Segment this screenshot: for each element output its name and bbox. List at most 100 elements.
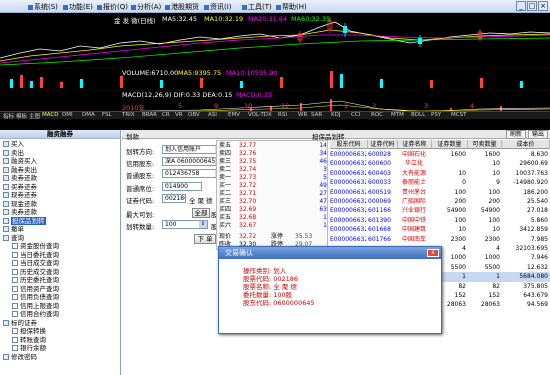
tree-item[interactable]: 融券卖出 bbox=[3, 166, 37, 174]
tree-item[interactable]: 现券还券 bbox=[3, 191, 37, 199]
menu-help[interactable]: 帮助(H) bbox=[276, 2, 307, 12]
table-row[interactable]: E000006632 600600 华立化 10 29600.69 bbox=[330, 159, 550, 168]
indicator-tab[interactable]: VOL-TDX bbox=[248, 112, 272, 118]
qty-input[interactable]: 100 ⇕ bbox=[162, 220, 208, 229]
indicator-tab[interactable]: ASI bbox=[208, 112, 217, 118]
indicator-tab[interactable]: CR bbox=[162, 112, 170, 118]
tree-item[interactable]: 卖券还款 bbox=[3, 208, 37, 216]
tree-item[interactable]: 转账查询 bbox=[12, 336, 46, 344]
tree-item[interactable]: 信用合约查询 bbox=[12, 310, 59, 318]
indicator-tab[interactable]: FSL bbox=[102, 112, 112, 118]
tree-item[interactable]: 卖券还款 bbox=[3, 174, 37, 182]
quote-row[interactable]: 买五 32.68 1 bbox=[217, 214, 329, 221]
normal-seat-input[interactable]: 014900 bbox=[162, 182, 202, 191]
quote-row[interactable]: 卖二 32.74 3 bbox=[217, 166, 329, 173]
menu-info[interactable]: 资讯(I) bbox=[204, 2, 232, 12]
tree-item[interactable]: 标的证券 bbox=[3, 319, 37, 327]
tree-item[interactable]: 信用资产查询 bbox=[12, 285, 59, 293]
column-header[interactable]: 股东代码 bbox=[330, 140, 368, 149]
tree-item[interactable]: 当日成交查询 bbox=[12, 259, 59, 267]
indicator-tab[interactable]: 主图 bbox=[29, 112, 40, 120]
quote-row[interactable]: 卖一 32.73 5 bbox=[217, 174, 329, 181]
quote-row[interactable]: 买四 32.69 63 bbox=[217, 206, 329, 213]
submit-order-button[interactable]: 下 单 bbox=[194, 234, 216, 244]
close-icon[interactable]: x bbox=[427, 249, 439, 257]
indicator-tab[interactable]: BOLL bbox=[411, 112, 425, 118]
quote-row[interactable]: 卖五 32.77 14 bbox=[217, 142, 329, 149]
tree-item[interactable]: 历史成交查询 bbox=[12, 268, 59, 276]
tree-item[interactable]: 历史委托查询 bbox=[12, 276, 59, 284]
quote-row[interactable]: 买二 32.71 27 bbox=[217, 190, 329, 197]
indicator-tab[interactable]: KDJ bbox=[331, 112, 340, 118]
indicator-tab[interactable]: DMA bbox=[82, 112, 95, 118]
indicator-tab[interactable]: OBV bbox=[188, 112, 200, 118]
indicator-tab[interactable]: 指标 bbox=[3, 112, 14, 120]
tree-item[interactable]: 现金还款 bbox=[3, 200, 37, 208]
table-row[interactable]: E000006632 600033 泰丽能士 0 9 -14980.920 bbox=[330, 178, 550, 187]
menu-analysis[interactable]: 分析(A) bbox=[131, 2, 161, 12]
output-button[interactable]: 输出 bbox=[528, 130, 548, 139]
quote-row[interactable]: 买三 32.70 47 bbox=[217, 198, 329, 205]
quote-row[interactable]: 卖四 32.76 34 bbox=[217, 150, 329, 157]
stock-code-input[interactable]: 002186 bbox=[162, 194, 186, 203]
indicator-tab[interactable]: RSI bbox=[278, 112, 287, 118]
tree-item[interactable]: 担保品划转 bbox=[3, 216, 46, 225]
indicator-tab[interactable]: MCST bbox=[451, 112, 466, 118]
direction-select[interactable]: 划入信用账户▼ bbox=[162, 145, 224, 154]
normal-account-select[interactable]: 012436758▼ bbox=[162, 169, 224, 178]
indicator-tab[interactable]: TRIX bbox=[122, 112, 135, 118]
quote-row[interactable]: 卖三 32.75 46 bbox=[217, 158, 329, 165]
quote-row[interactable]: 买六 32.67 1 bbox=[217, 222, 329, 229]
indicator-tab[interactable]: PSY bbox=[431, 112, 441, 118]
refresh-button[interactable]: 刷新 bbox=[506, 130, 526, 139]
indicator-tab[interactable]: ROC bbox=[371, 112, 383, 118]
indicator-tab[interactable]: MACD bbox=[42, 112, 59, 118]
indicator-tab[interactable]: VR bbox=[175, 112, 183, 118]
tree-item[interactable]: 查询 bbox=[3, 234, 24, 242]
credit-account-select[interactable]: 深A 0600000645▼ bbox=[162, 157, 224, 166]
column-header[interactable]: 可卖数量 bbox=[468, 140, 502, 149]
table-row[interactable]: E000006632 600519 贵州茅台 100 100 186.200 bbox=[330, 188, 550, 197]
table-row[interactable]: E000006632 600028 中国石化 1600 1600 8.630 bbox=[330, 150, 550, 159]
indicator-tab[interactable]: BRAR bbox=[142, 112, 157, 118]
table-row[interactable]: E000006632 600403 大有能源 10 10 10037.763 bbox=[330, 169, 550, 178]
tree-item[interactable]: 信用负债查询 bbox=[12, 293, 59, 301]
menu-tools[interactable]: 工具(T) bbox=[242, 2, 272, 12]
close-icon[interactable]: × bbox=[538, 1, 548, 11]
minimize-icon[interactable]: _ bbox=[516, 1, 526, 11]
tree-item[interactable]: 融资买入 bbox=[3, 157, 37, 165]
quote-row[interactable]: 买一 32.72 49 bbox=[217, 182, 329, 189]
indicator-tab[interactable]: WR bbox=[298, 112, 307, 118]
tree-item[interactable]: 撤单 bbox=[3, 225, 24, 233]
tree-item[interactable]: 当日委托查询 bbox=[12, 251, 59, 259]
table-row[interactable]: E000006632 601390 中国中铁 100 100 5.860 bbox=[330, 216, 550, 225]
tree-item[interactable]: 修改密码 bbox=[3, 353, 37, 361]
tree-item[interactable]: 买券还券 bbox=[3, 183, 37, 191]
table-row[interactable]: E000006632 601166 兴业银行 54900 54900 27.018 bbox=[330, 206, 550, 215]
indicator-tab[interactable]: EMV bbox=[228, 112, 240, 118]
menu-system[interactable]: 系统(S) bbox=[28, 2, 58, 12]
table-row[interactable]: E000006632 601766 中国南车 2300 2300 7.985 bbox=[330, 235, 550, 244]
table-row[interactable]: E000006632 000069 广船国际 200 200 25.540 bbox=[330, 197, 550, 206]
menu-function[interactable]: 功能(E) bbox=[63, 2, 93, 12]
tree-item[interactable]: 资金股份查询 bbox=[12, 242, 59, 250]
tree-item[interactable]: 卖出 bbox=[3, 149, 24, 157]
column-header[interactable]: 证券代码 bbox=[368, 140, 398, 149]
tree-item[interactable]: 信用上限查询 bbox=[12, 302, 59, 310]
tab-transfer[interactable]: 划款 bbox=[126, 131, 139, 141]
column-header[interactable]: 成本价 bbox=[502, 140, 550, 149]
tree-item[interactable]: 担保转换 bbox=[12, 327, 46, 335]
menu-hk-futures[interactable]: 港股期货 bbox=[165, 2, 199, 12]
tree-item[interactable]: 买入 bbox=[3, 140, 24, 148]
tree-item[interactable]: 银行余额 bbox=[12, 344, 46, 352]
spinner-icon[interactable]: ⇕ bbox=[199, 221, 207, 228]
indicator-tab[interactable]: SAR bbox=[311, 112, 322, 118]
menu-quote[interactable]: 报价(Q) bbox=[97, 2, 128, 12]
indicator-tab[interactable]: DMI bbox=[62, 112, 73, 118]
column-header[interactable]: 证券数量 bbox=[432, 140, 468, 149]
all-button[interactable]: 全部 bbox=[192, 208, 210, 218]
maximize-icon[interactable]: □ bbox=[527, 1, 537, 11]
table-row[interactable]: E000006632 601668 中国建筑 10 10 3412.859 bbox=[330, 225, 550, 234]
indicator-tab[interactable]: MTM bbox=[391, 112, 404, 118]
column-header[interactable]: 证券名称 bbox=[398, 140, 432, 149]
